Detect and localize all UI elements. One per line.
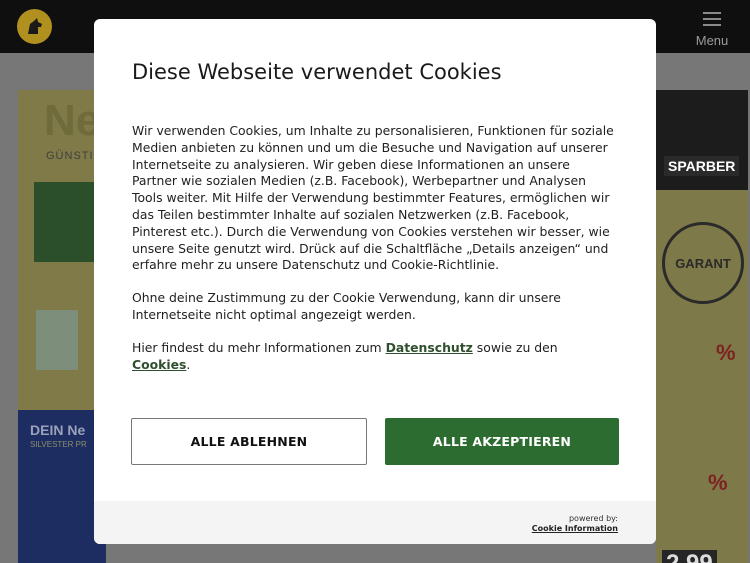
percent-icon: % — [708, 470, 728, 495]
flyer-left[interactable]: Ne GÜNSTI DEIN Ne SILVESTER PR — [18, 90, 106, 563]
menu-label: Menu — [695, 33, 729, 48]
flyer-left-subline: GÜNSTI — [46, 150, 94, 162]
percent-icon: % — [716, 340, 736, 365]
flyer-left-headline: Ne — [44, 96, 101, 145]
flyer-price: 2.99 — [662, 550, 717, 563]
cookie-information-link[interactable]: Cookie Information — [532, 524, 618, 534]
guarantee-stamp: GARANT — [662, 222, 744, 304]
dialog-title: Diese Webseite verwendet Cookies — [132, 60, 502, 84]
dialog-footer: powered by: Cookie Information — [94, 501, 656, 544]
powered-by: powered by: Cookie Information — [531, 514, 618, 534]
dog-logo-icon — [27, 17, 42, 34]
privacy-link[interactable]: Datenschutz — [386, 340, 473, 355]
dialog-actions: ALLE ABLEHNEN ALLE AKZEPTIEREN — [94, 381, 656, 501]
consent-text-paragraph: Ohne deine Zustimmung zu der Cookie Verw… — [132, 290, 561, 322]
flyer-left-band-sub: SILVESTER PR — [30, 440, 87, 449]
stamp-text: GARANT — [675, 255, 731, 271]
accept-all-button[interactable]: ALLE AKZEPTIEREN — [385, 418, 619, 465]
cookie-consent-dialog: Diese Webseite verwendet Cookies Wir ver… — [94, 19, 656, 544]
consent-text-paragraph: Wir verwenden Cookies, um Inhalte zu per… — [132, 123, 614, 273]
coffee-pack-image — [34, 182, 96, 262]
flyer-right-banner: SPARBER — [664, 156, 740, 176]
brand-logo[interactable] — [17, 9, 52, 44]
dialog-body: Wir verwenden Cookies, um Inhalte zu per… — [132, 123, 618, 389]
flyer-left-band-title: DEIN Ne — [30, 422, 86, 438]
hamburger-icon — [703, 12, 721, 26]
reject-all-button[interactable]: ALLE ABLEHNEN — [131, 418, 367, 465]
menu-button[interactable]: Menu — [694, 10, 730, 48]
cookies-link[interactable]: Cookies — [132, 357, 186, 372]
flyer-right[interactable]: SPARBER GARANT % % 2.99 — [656, 90, 748, 563]
product-image — [36, 310, 78, 370]
consent-info-paragraph: Hier findest du mehr Informationen zum D… — [132, 339, 558, 372]
